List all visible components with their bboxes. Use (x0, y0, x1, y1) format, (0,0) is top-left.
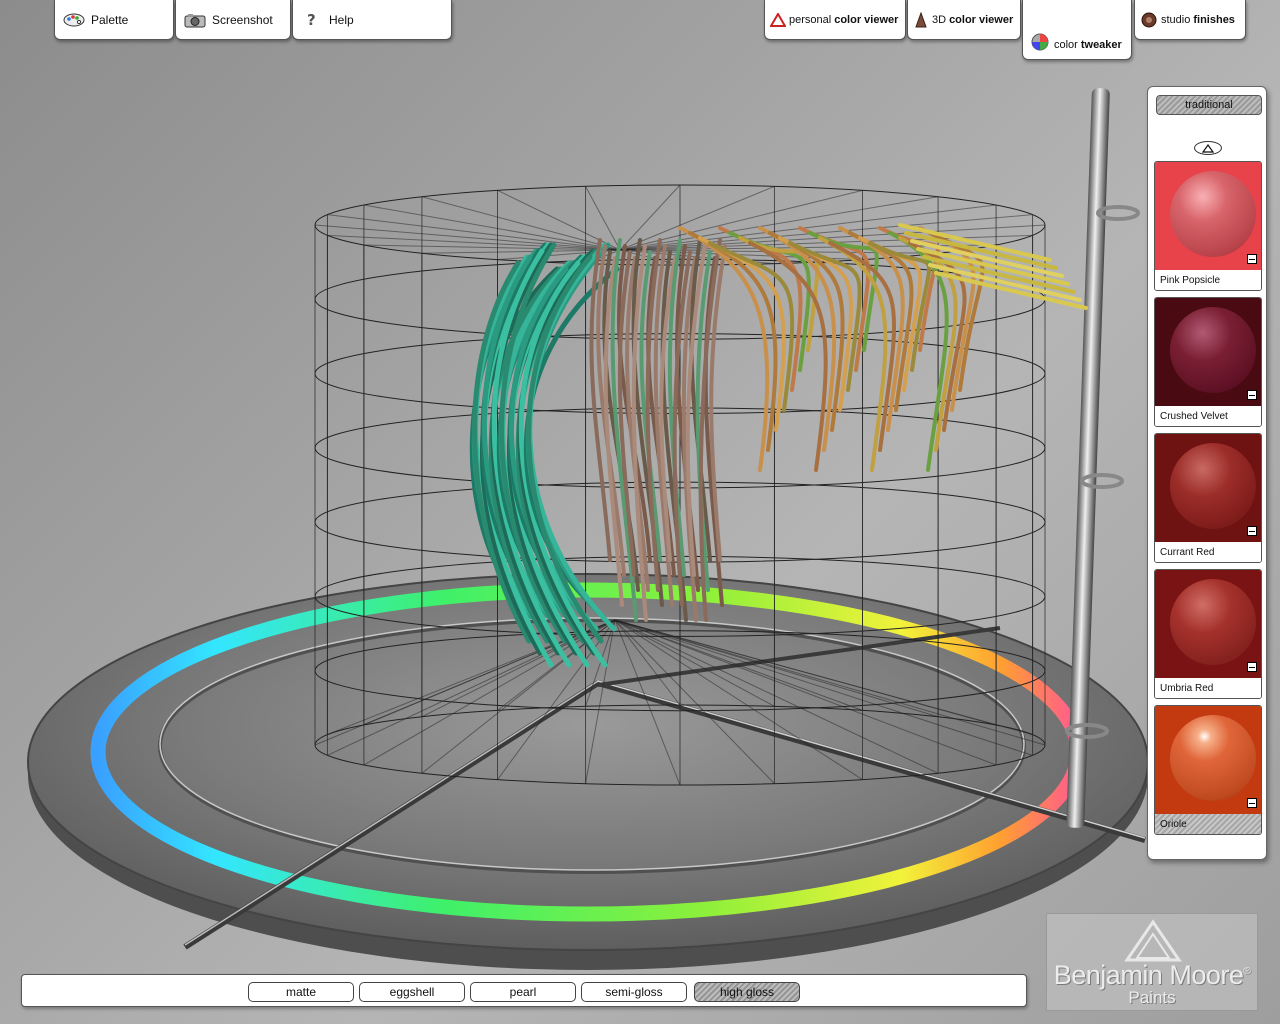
help-tab[interactable]: ? Help (292, 0, 452, 40)
triangle-up-icon (1202, 143, 1214, 153)
remove-swatch-button[interactable] (1247, 662, 1257, 672)
screenshot-tab[interactable]: Screenshot (175, 0, 291, 40)
color-viewer-scene (27, 88, 1149, 970)
warning-triangle-icon (770, 11, 786, 29)
3d-color-viewer-prefix: 3D (932, 13, 947, 26)
remove-swatch-button[interactable] (1247, 526, 1257, 536)
scroll-up-button[interactable] (1194, 141, 1222, 155)
swatch-name: Crushed Velvet (1155, 406, 1261, 426)
swatch-umbria-red[interactable]: Umbria Red (1154, 569, 1262, 699)
color-wheel-icon (1031, 33, 1051, 51)
swatch-name: Currant Red (1155, 542, 1261, 562)
finish-high-gloss-button[interactable]: high gloss (694, 982, 800, 1002)
help-icon: ? (301, 11, 323, 29)
swatch-oriole[interactable]: Oriole (1154, 705, 1262, 835)
color-tweaker-prefix: color (1054, 39, 1078, 51)
3d-color-viewer-label: color viewer (949, 13, 1014, 26)
studio-finishes-label: finishes (1193, 13, 1235, 26)
paint-can-icon (913, 11, 929, 29)
svg-text:?: ? (307, 11, 316, 29)
finish-eggshell-button[interactable]: eggshell (359, 982, 465, 1002)
finish-sphere (1170, 171, 1256, 257)
finish-sphere (1170, 715, 1256, 801)
swatch-name: Pink Popsicle (1155, 270, 1261, 290)
finish-sphere (1170, 443, 1256, 529)
finish-sphere (1170, 307, 1256, 393)
logo-sub-text: Paints (1128, 988, 1176, 1007)
finish-sphere (1170, 579, 1256, 665)
remove-swatch-button[interactable] (1247, 390, 1257, 400)
finish-semi-gloss-button[interactable]: semi-gloss (581, 982, 687, 1002)
swatch-currant-red[interactable]: Currant Red (1154, 433, 1262, 563)
finish-selector-bar: matte eggshell pearl semi-gloss high glo… (21, 974, 1027, 1007)
swatch-name: Oriole (1155, 814, 1261, 834)
color-tweaker-label: tweaker (1080, 39, 1122, 51)
swatch-name: Umbria Red (1155, 678, 1261, 698)
palette-tab[interactable]: Palette (54, 0, 174, 40)
studio-finishes-tab[interactable]: studio finishes (1134, 0, 1246, 40)
swatch-pink-popsicle[interactable]: Pink Popsicle (1154, 161, 1262, 291)
color-viewer-canvas[interactable] (0, 0, 1280, 1024)
camera-icon (184, 11, 206, 29)
logo-registered-mark: ® (1243, 966, 1251, 977)
color-tweaker-tab[interactable]: color tweaker (1022, 0, 1132, 60)
remove-swatch-button[interactable] (1247, 798, 1257, 808)
studio-finishes-prefix: studio (1161, 13, 1191, 26)
logo-brand-name: Benjamin Moore (1053, 960, 1244, 990)
palette-tab-label: Palette (91, 12, 129, 27)
benjamin-moore-logo: Benjamin Moore® Paints (1046, 913, 1258, 1011)
color-swatch-panel: traditional Pink Popsicle Crushed Velvet… (1147, 86, 1267, 860)
swatch-crushed-velvet[interactable]: Crushed Velvet (1154, 297, 1262, 427)
traditional-mode-button[interactable]: traditional (1156, 95, 1262, 115)
personal-color-viewer-label: color viewer (834, 13, 899, 26)
3d-color-viewer-tab[interactable]: 3D color viewer (907, 0, 1021, 40)
palette-icon (63, 11, 85, 29)
screenshot-tab-label: Screenshot (212, 12, 273, 27)
personal-color-viewer-prefix: personal (789, 13, 832, 26)
remove-swatch-button[interactable] (1247, 254, 1257, 264)
finish-pearl-button[interactable]: pearl (470, 982, 576, 1002)
help-tab-label: Help (329, 12, 354, 27)
logo-brand-text: Benjamin Moore® (1047, 960, 1257, 991)
paint-roller-icon (1140, 11, 1158, 29)
personal-color-viewer-tab[interactable]: personal color viewer (764, 0, 906, 40)
brand-triangle-icon (1124, 919, 1182, 962)
finish-matte-button[interactable]: matte (248, 982, 354, 1002)
